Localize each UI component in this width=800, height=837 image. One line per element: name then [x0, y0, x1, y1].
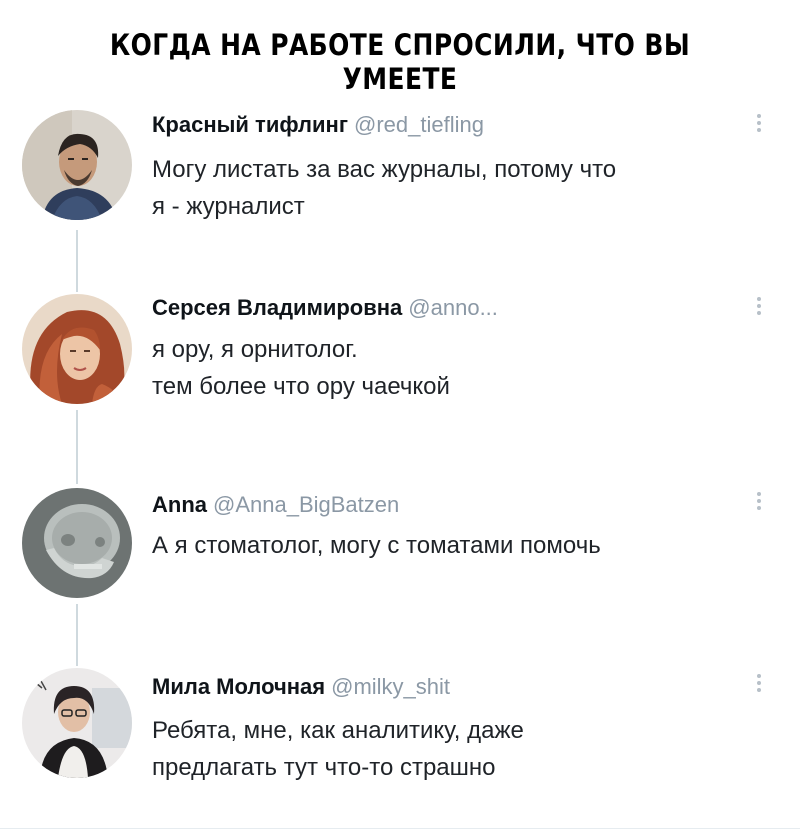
tweet-text-line: Ребята, мне, как аналитику, даже — [152, 717, 524, 744]
handle[interactable]: @Anna_BigBatzen — [213, 492, 399, 517]
tweet-text-line: я - журналист — [152, 193, 305, 220]
avatar-man-icon[interactable] — [22, 110, 132, 220]
more-options-icon[interactable] — [751, 490, 767, 516]
handle[interactable]: @red_tiefling — [354, 112, 484, 137]
more-options-icon[interactable] — [751, 295, 767, 321]
tweet-thread: Красный тифлинг @red_tiefling Могу листат… — [0, 0, 800, 837]
tweet-header: Мила Молочная @milky_shit — [152, 674, 450, 700]
avatar-redhead-woman-icon[interactable] — [22, 294, 132, 404]
tweet-text: А я стоматолог, могу с томатами помочь — [152, 527, 601, 564]
tweet-text-line: предлагать тут что-то страшно — [152, 754, 496, 781]
tweet-text-line: я ору, я орнитолог. — [152, 336, 358, 363]
bottom-divider — [0, 828, 800, 829]
avatar-woman-icon[interactable] — [22, 668, 132, 778]
handle[interactable]: @anno... — [408, 295, 498, 320]
tweet-text-line: тем более что ору чаечкой — [152, 373, 450, 400]
tweet-header: Серсея Владимировна @anno... — [152, 295, 498, 321]
tweet-header: Красный тифлинг @red_tiefling — [152, 112, 484, 138]
tweet-text: Могу листать за вас журналы, потому что … — [152, 151, 616, 225]
tweet-text-line: А я стоматолог, могу с томатами помочь — [152, 532, 601, 559]
handle[interactable]: @milky_shit — [331, 674, 450, 699]
display-name[interactable]: Мила Молочная — [152, 674, 325, 699]
thread-connector — [76, 410, 78, 484]
tweet-text: Ребята, мне, как аналитику, даже предлаг… — [152, 712, 524, 786]
tweet-header: Anna @Anna_BigBatzen — [152, 492, 399, 518]
more-options-icon[interactable] — [751, 672, 767, 698]
thread-connector — [76, 230, 78, 292]
tweet-text-line: Могу листать за вас журналы, потому что — [152, 156, 617, 183]
more-options-icon[interactable] — [751, 112, 767, 138]
display-name[interactable]: Серсея Владимировна — [152, 295, 402, 320]
avatar-skull-xray-icon[interactable] — [22, 488, 132, 598]
thread-connector — [76, 604, 78, 666]
display-name[interactable]: Красный тифлинг — [152, 112, 348, 137]
tweet-text: я ору, я орнитолог. тем более что ору ча… — [152, 331, 450, 405]
display-name[interactable]: Anna — [152, 492, 207, 517]
